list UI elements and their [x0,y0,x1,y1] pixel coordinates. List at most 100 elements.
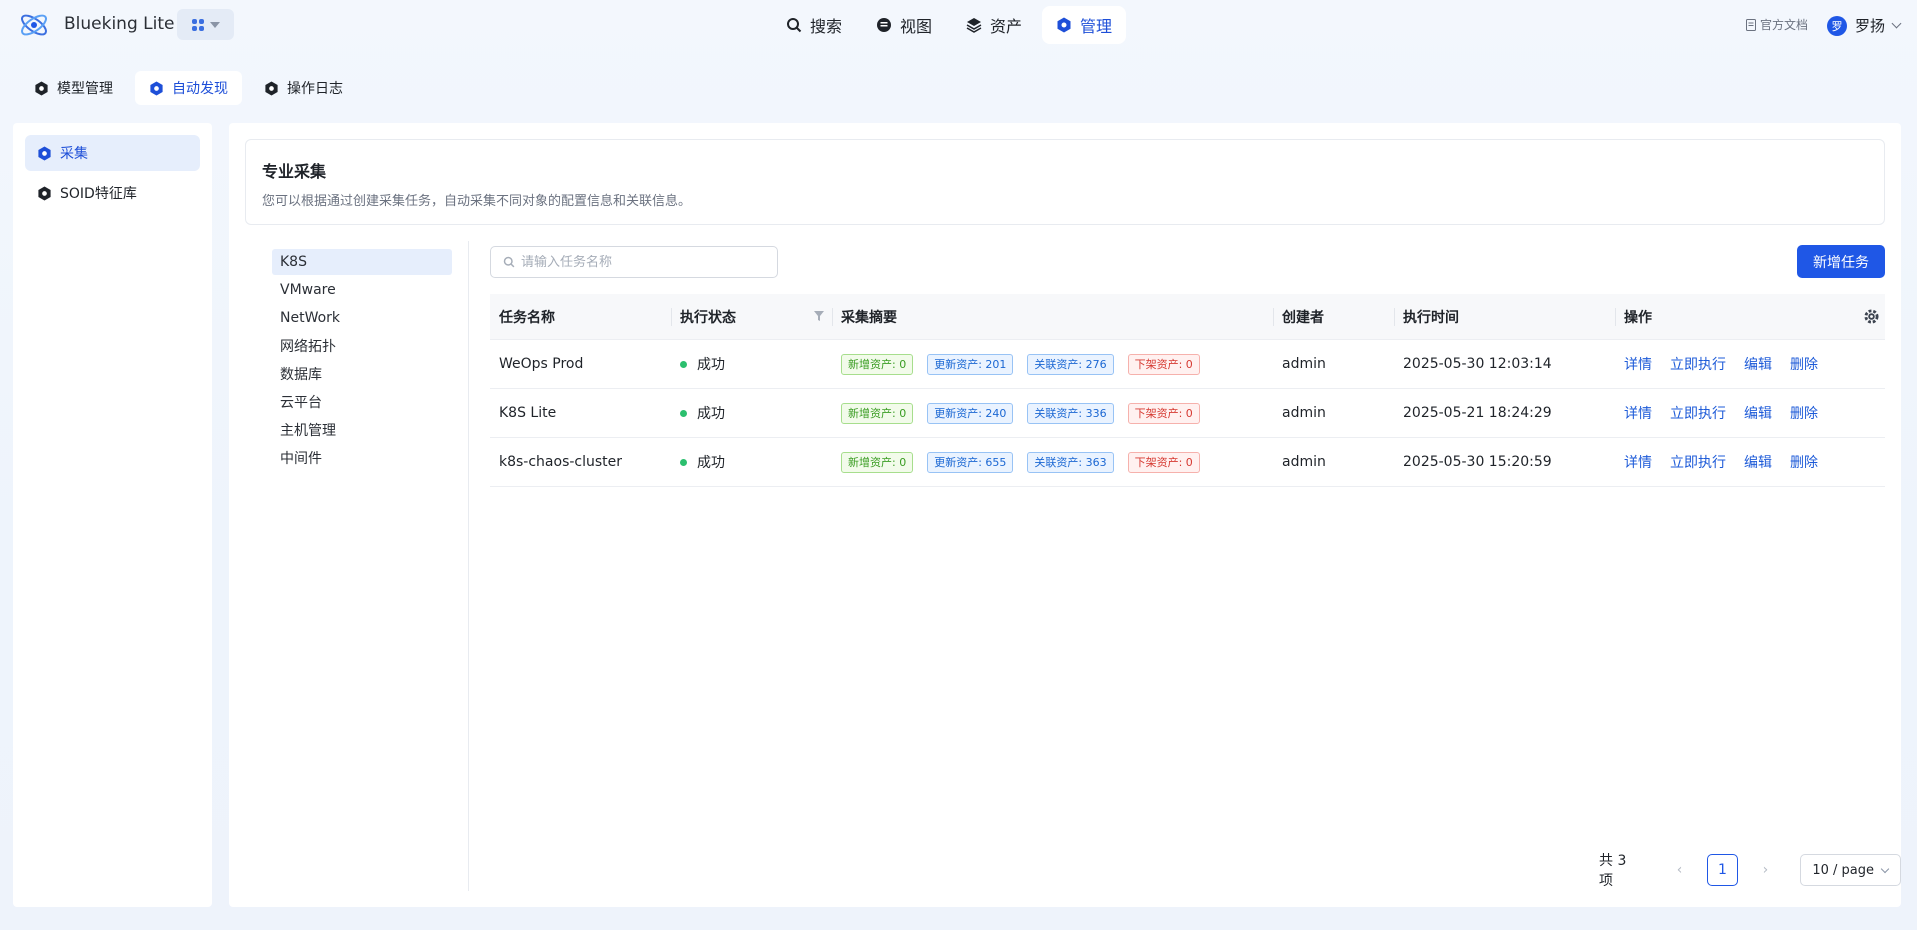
tag-added: 新增资产: 0 [841,402,914,424]
hexagon-gear-icon [265,80,278,96]
view-icon [877,18,892,32]
detail-link[interactable]: 详情 [1624,354,1652,374]
task-ops: 详情 立即执行 编辑 删除 [1615,340,1885,388]
hexagon-gear-icon [38,145,51,161]
th-status: 执行状态 [671,294,832,339]
task-creator: admin [1282,454,1326,470]
page-description: 您可以根据通过创建采集任务，自动采集不同对象的配置信息和关联信息。 [262,194,692,209]
left-menu: 采集 SOID特征库 [13,123,212,907]
search-box[interactable] [490,246,778,278]
task-status: 成功 [671,389,832,437]
search-icon [787,18,802,33]
main-nav: 搜索 视图 资产 管理 [772,6,1127,44]
category-list: K8S VMware NetWork 网络拓扑 数据库 云平台 主机管理 中间件 [272,249,452,473]
tab-operation-log[interactable]: 操作日志 [250,71,357,105]
apps-grid-icon [191,18,204,31]
run-now-link[interactable]: 立即执行 [1670,354,1726,374]
task-name: K8S Lite [499,405,557,421]
delete-link[interactable]: 删除 [1790,452,1818,472]
edit-link[interactable]: 编辑 [1744,403,1772,423]
category-item[interactable]: NetWork [272,305,452,331]
add-task-button[interactable]: 新增任务 [1797,245,1885,278]
tag-related: 关联资产: 363 [1027,451,1114,473]
filter-icon[interactable] [814,311,824,321]
menu-item-collect[interactable]: 采集 [25,135,200,171]
nav-assets[interactable]: 资产 [952,6,1036,44]
tag-updated: 更新资产: 655 [927,451,1014,473]
avatar: 罗 [1827,15,1847,36]
category-item[interactable]: K8S [272,249,452,275]
category-item[interactable]: 数据库 [272,361,452,387]
task-ops: 详情 立即执行 编辑 删除 [1615,389,1885,437]
table-header: 任务名称 执行状态 采集摘要 创建者 执行时间 操作 [490,294,1885,340]
search-icon [503,256,515,268]
delete-link[interactable]: 删除 [1790,354,1818,374]
nav-label: 视图 [900,17,933,36]
task-name: k8s-chaos-cluster [499,454,623,470]
category-item[interactable]: 主机管理 [272,417,452,443]
menu-item-label: SOID特征库 [60,186,137,202]
pagination: 共 3 项 ‹ 1 › 10 / page [1599,850,1901,890]
table-row: k8s-chaos-cluster 成功 新增资产: 0 更新资产: 655 关… [490,438,1885,487]
official-docs-link[interactable]: 官方文档 [1746,16,1808,33]
tag-added: 新增资产: 0 [841,353,914,375]
app-switcher-button[interactable] [177,9,234,40]
page-size-value: 10 / page [1812,862,1874,878]
run-now-link[interactable]: 立即执行 [1670,452,1726,472]
table-row: K8S Lite 成功 新增资产: 0 更新资产: 240 关联资产: 336 … [490,389,1885,438]
intro-card: 专业采集 您可以根据通过创建采集任务，自动采集不同对象的配置信息和关联信息。 [245,139,1885,225]
nav-view[interactable]: 视图 [862,6,946,44]
detail-link[interactable]: 详情 [1624,403,1652,423]
status-label: 成功 [697,357,725,373]
th-ops-label: 操作 [1624,309,1652,326]
content-panel: 专业采集 您可以根据通过创建采集任务，自动采集不同对象的配置信息和关联信息。 K… [229,123,1901,907]
page-title: 专业采集 [262,162,327,181]
detail-link[interactable]: 详情 [1624,452,1652,472]
app-title: Blueking Lite [64,14,175,34]
manage-icon [1057,17,1071,33]
task-status: 成功 [671,438,832,486]
caret-down-icon [209,21,220,28]
menu-item-soid[interactable]: SOID特征库 [25,175,200,211]
gear-icon[interactable] [1864,309,1879,324]
th-time: 执行时间 [1394,294,1615,339]
user-name: 罗扬 [1855,17,1886,35]
edit-link[interactable]: 编辑 [1744,452,1772,472]
edit-link[interactable]: 编辑 [1744,354,1772,374]
status-dot [680,458,687,466]
table-row: WeOps Prod 成功 新增资产: 0 更新资产: 201 关联资产: 27… [490,340,1885,389]
category-item[interactable]: 网络拓扑 [272,333,452,359]
blueking-logo-icon[interactable] [18,9,50,41]
task-time: 2025-05-30 12:03:14 [1403,356,1552,372]
delete-link[interactable]: 删除 [1790,403,1818,423]
category-item[interactable]: 中间件 [272,445,452,471]
top-bar: Blueking Lite 搜索 视图 资产 管理 官方文档 罗 罗扬 [0,0,1917,50]
pagination-total: 共 3 项 [1599,853,1627,889]
tab-auto-discovery[interactable]: 自动发现 [135,71,242,105]
sub-tabs: 模型管理 自动发现 操作日志 [20,71,357,105]
hexagon-gear-icon [35,80,48,96]
nav-manage[interactable]: 管理 [1042,6,1127,44]
tag-removed: 下架资产: 0 [1127,353,1200,375]
th-creator: 创建者 [1273,294,1394,339]
nav-label: 管理 [1080,17,1113,36]
user-menu[interactable]: 罗 罗扬 [1827,15,1902,36]
tab-label: 操作日志 [287,81,343,97]
tab-model-management[interactable]: 模型管理 [20,71,127,105]
status-label: 成功 [697,406,725,422]
prev-page-icon[interactable]: ‹ [1665,855,1695,885]
page-number-button[interactable]: 1 [1706,854,1739,886]
th-status-label: 执行状态 [680,309,736,326]
next-page-icon[interactable]: › [1750,855,1780,885]
task-ops: 详情 立即执行 编辑 删除 [1615,438,1885,486]
run-now-link[interactable]: 立即执行 [1670,403,1726,423]
category-item[interactable]: VMware [272,277,452,303]
task-summary: 新增资产: 0 更新资产: 240 关联资产: 336 下架资产: 0 [832,389,1273,437]
nav-search[interactable]: 搜索 [772,6,856,44]
th-summary: 采集摘要 [832,294,1273,339]
page-size-select[interactable]: 10 / page [1800,854,1901,886]
search-input[interactable] [521,254,761,270]
tab-label: 模型管理 [57,81,113,97]
category-item[interactable]: 云平台 [272,389,452,415]
task-name: WeOps Prod [499,356,584,372]
